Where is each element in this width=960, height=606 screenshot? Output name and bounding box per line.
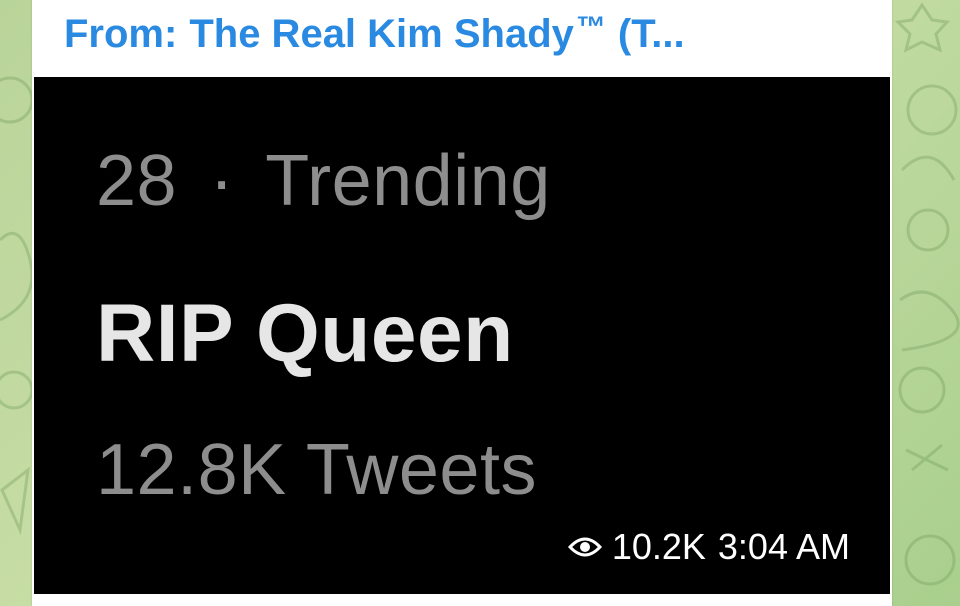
tweet-count: 12.8K Tweets xyxy=(96,430,537,510)
eye-icon xyxy=(567,537,602,557)
message-meta: 10.2K 3:04 AM xyxy=(567,526,850,568)
message-time: 3:04 AM xyxy=(717,526,850,567)
view-count: 10.2K xyxy=(611,526,706,567)
forwarded-from-header[interactable]: From: The Real Kim Shady ™ (T... xyxy=(64,8,685,60)
trend-separator: · xyxy=(209,141,235,221)
message-photo[interactable]: 28 · Trending RIP Queen 12.8K Tweets 10.… xyxy=(34,77,890,594)
wallpaper-doodle-right xyxy=(894,2,960,586)
forwarded-from-suffix: (T... xyxy=(617,11,685,56)
wallpaper-doodle-left xyxy=(0,76,32,536)
trend-rank-line: 28 · Trending xyxy=(96,140,551,222)
trend-topic: RIP Queen xyxy=(96,288,514,379)
forwarded-from-name[interactable]: The Real Kim Shady xyxy=(189,12,574,57)
trend-rank: 28 xyxy=(96,141,178,221)
trend-category: Trending xyxy=(265,141,551,221)
trademark-symbol: ™ xyxy=(575,11,606,44)
forwarded-from-prefix: From: xyxy=(64,11,178,56)
